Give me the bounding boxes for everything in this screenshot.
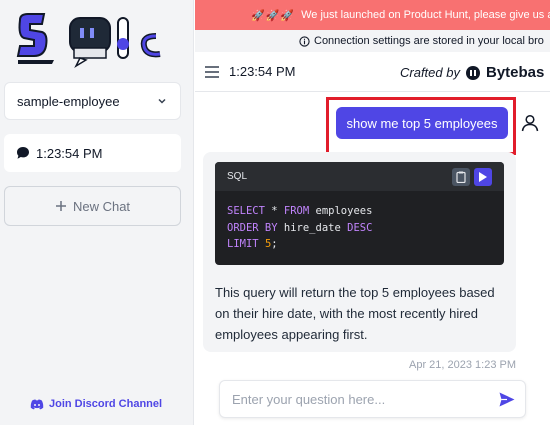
rocket-icon: 🚀🚀🚀 [251,9,296,22]
code-line: LIMIT 5; [227,238,278,250]
discord-link[interactable]: Join Discord Channel [30,398,162,410]
connection-select-value: sample-employee [17,93,120,109]
sqlchat-logo[interactable] [14,8,174,70]
crafted-by-label: Crafted by [400,65,460,80]
discord-icon [30,399,44,409]
new-chat-button[interactable]: New Chat [4,186,181,226]
question-input[interactable] [232,391,482,407]
chat-bubble-icon [17,147,29,159]
question-input-box [219,380,526,418]
play-icon [479,171,487,182]
sidebar: sample-employee 1:23:54 PM New Chat Join… [0,0,194,425]
bytebase-icon [465,65,480,80]
bytebase-brand: Bytebas [485,64,545,81]
sql-code: SELECT * FROM employees ORDER BY hire_dat… [215,191,504,265]
chevron-down-icon [158,98,166,104]
highlight-box [326,97,516,155]
code-line: ORDER BY hire_date DESC [227,221,373,234]
connection-info-bar: Connection settings are stored in your l… [195,30,550,52]
assistant-answer: This query will return the top 5 employe… [215,285,495,342]
copy-button[interactable] [452,167,470,186]
discord-label: Join Discord Channel [49,398,163,410]
connection-select[interactable]: sample-employee [4,82,181,120]
chat-item[interactable]: 1:23:54 PM [4,134,181,172]
plus-icon [55,201,66,211]
crafted-by-bytebase[interactable]: Crafted by Bytebas [400,64,544,81]
chat-title: 1:23:54 PM [229,64,296,79]
chat-header: 1:23:54 PM Crafted by Bytebas [195,52,550,92]
product-hunt-banner[interactable]: 🚀🚀🚀 We just launched on Product Hunt, pl… [195,0,550,30]
code-line: SELECT * FROM employees [227,205,373,217]
code-language: SQL [227,171,248,182]
assistant-message: SQL SELECT * FROM employees ORDER BY hire… [203,152,516,352]
new-chat-label: New Chat [72,198,131,214]
clipboard-icon [456,171,466,183]
chat-item-label: 1:23:54 PM [36,145,103,161]
message-timestamp: Apr 21, 2023 1:23 PM [409,359,517,371]
menu-icon[interactable] [205,65,219,78]
info-text: Connection settings are stored in your l… [314,35,544,47]
send-icon[interactable] [499,392,515,407]
user-avatar-icon [521,114,539,132]
banner-text: We just launched on Product Hunt, please… [301,9,550,21]
info-icon [299,35,310,47]
execute-button[interactable] [474,167,492,186]
code-block-header: SQL [215,162,504,191]
sql-code-block: SQL SELECT * FROM employees ORDER BY hire… [215,162,504,265]
